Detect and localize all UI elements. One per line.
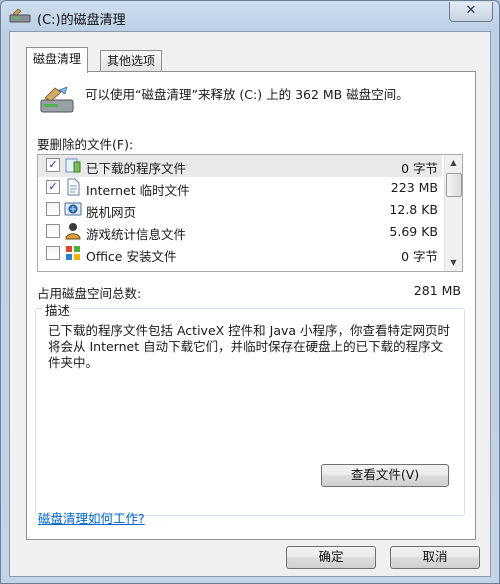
scroll-up-arrow-icon[interactable]: ▲ [445, 155, 462, 171]
disk-cleanup-drive-icon [40, 86, 74, 113]
ok-button[interactable]: 确定 [286, 546, 376, 569]
file-name: 游戏统计信息文件 [86, 227, 187, 242]
file-name: Internet 临时文件 [86, 183, 190, 198]
offline-pages-icon [64, 202, 82, 216]
document-icon [67, 178, 80, 196]
scroll-thumb[interactable] [446, 173, 462, 197]
view-files-button[interactable]: 查看文件(V) [321, 464, 449, 487]
disk-cleanup-icon [9, 8, 31, 23]
disk-cleanup-window: (C:)的磁盘清理 ✕ 磁盘清理 其他选项 可以使用“磁盘清理”来释放 (C:)… [0, 0, 500, 584]
checkbox[interactable]: ✓ [46, 180, 60, 194]
checkbox[interactable]: ✓ [46, 158, 60, 172]
file-size: 223 MB [390, 180, 438, 195]
description-legend: 描述 [42, 300, 74, 319]
tab-disk-cleanup[interactable]: 磁盘清理 [26, 47, 89, 73]
close-button[interactable]: ✕ [449, 2, 493, 22]
file-name: 脱机网页 [86, 205, 137, 220]
total-space-value: 281 MB [413, 283, 461, 298]
file-name: 已下载的程序文件 [86, 161, 187, 176]
description-text: 已下载的程序文件包括 ActiveX 控件和 Java 小程序，你查看特定网页时… [48, 323, 451, 370]
title-bar[interactable]: (C:)的磁盘清理 ✕ [1, 1, 499, 31]
disk-cleanup-panel: 可以使用“磁盘清理”来释放 (C:) 上的 362 MB 磁盘空间。 要删除的文… [26, 71, 476, 540]
cancel-button[interactable]: 取消 [390, 546, 480, 569]
list-item[interactable]: ✓ Internet 临时文件 223 MB [38, 177, 442, 199]
dialog-client-area: 磁盘清理 其他选项 可以使用“磁盘清理”来释放 (C:) 上的 362 MB 磁… [9, 31, 491, 577]
game-stats-icon [65, 223, 81, 240]
list-item[interactable]: ✓ 已下载的程序文件 0 字节 [38, 155, 442, 177]
list-item[interactable]: 游戏统计信息文件 5.69 KB [38, 221, 442, 243]
intro-text: 可以使用“磁盘清理”来释放 (C:) 上的 362 MB 磁盘空间。 [85, 87, 409, 102]
file-size: 12.8 KB [389, 202, 438, 217]
file-size: 0 字节 [401, 249, 438, 264]
checkbox[interactable] [46, 202, 60, 216]
file-size: 0 字节 [401, 161, 438, 176]
list-item[interactable]: Office 安装文件 0 字节 [38, 243, 442, 265]
file-list[interactable]: ✓ 已下载的程序文件 0 字节 ✓ Internet 临时文件 223 MB 脱… [37, 154, 463, 272]
close-icon: ✕ [465, 3, 477, 18]
checkbox[interactable] [46, 246, 60, 260]
file-size: 5.69 KB [389, 224, 438, 239]
files-to-delete-label: 要删除的文件(F): [37, 137, 134, 152]
tab-more-options[interactable]: 其他选项 [100, 50, 163, 72]
folder-icon [65, 158, 81, 173]
checkbox[interactable] [46, 224, 60, 238]
list-item[interactable]: 脱机网页 12.8 KB [38, 199, 442, 221]
vertical-scrollbar[interactable]: ▲ ▼ [444, 155, 462, 271]
help-link[interactable]: 磁盘清理如何工作? [38, 508, 145, 527]
office-icon [66, 246, 80, 260]
window-title: (C:)的磁盘清理 [37, 13, 126, 28]
file-name: Office 安装文件 [86, 249, 177, 264]
scroll-down-arrow-icon[interactable]: ▼ [445, 255, 462, 271]
